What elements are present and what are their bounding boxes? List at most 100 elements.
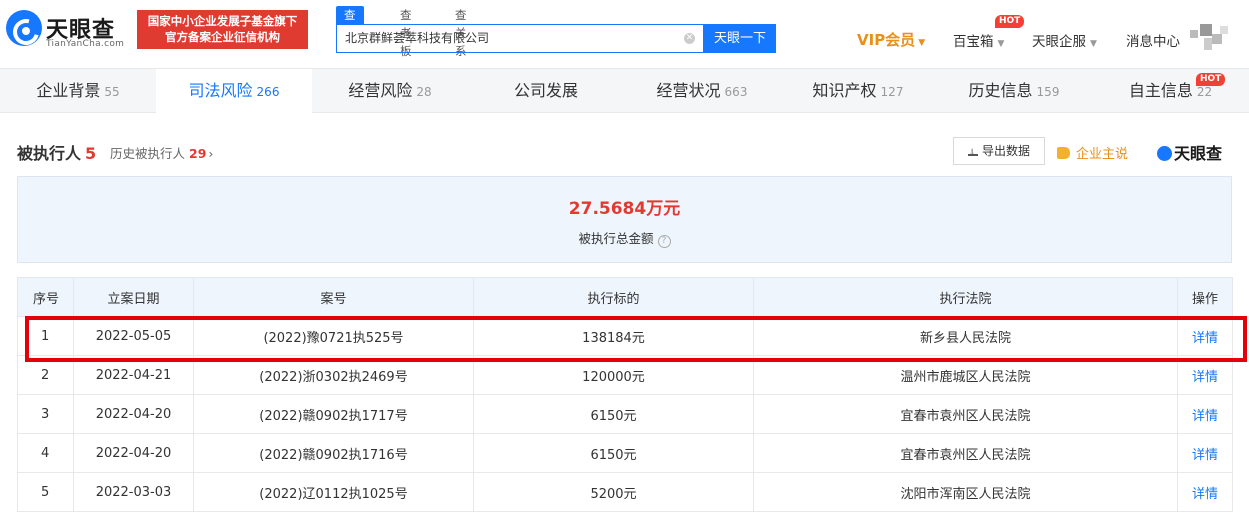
cell-seq: 3 bbox=[17, 394, 74, 434]
tab-label: 知识产权 bbox=[812, 81, 877, 100]
summary-box: 27.5684万元 被执行总金额? bbox=[17, 176, 1232, 263]
cell-court: 宜春市袁州区人民法院 bbox=[753, 394, 1178, 434]
cell-court: 沈阳市浑南区人民法院 bbox=[753, 472, 1178, 512]
table-header-row: 序号 立案日期 案号 执行标的 执行法院 操作 bbox=[17, 277, 1233, 317]
tab-company-development[interactable]: 公司发展 bbox=[468, 69, 624, 113]
nav-vip-label: VIP会员 bbox=[857, 31, 916, 49]
category-tab-bar: 企业背景 55 司法风险 266 经营风险 28 公司发展 经营状况 663 知识产权 1… bbox=[0, 68, 1249, 113]
search-input[interactable]: 北京群鲜荟萃科技有限公司 ✕ bbox=[336, 24, 704, 53]
cell-date: 2022-04-21 bbox=[73, 355, 194, 395]
cell-court: 宜春市袁州区人民法院 bbox=[753, 433, 1178, 473]
nav-enterprise-service[interactable]: 天眼企服 ▼ bbox=[1032, 30, 1097, 50]
banner-line-2: 官方备案企业征信机构 bbox=[165, 30, 280, 44]
cell-case: (2022)豫0721执525号 bbox=[193, 316, 474, 356]
chevron-down-icon: ▼ bbox=[918, 38, 926, 48]
tab-search-relation[interactable]: 查关系 bbox=[455, 6, 467, 58]
cell-amount: 120000元 bbox=[473, 355, 754, 395]
search-button[interactable]: 天眼一下 bbox=[704, 24, 776, 53]
help-icon[interactable]: ? bbox=[657, 235, 671, 248]
nav-messages[interactable]: 消息中心 bbox=[1126, 30, 1180, 50]
col-header-court: 执行法院 bbox=[753, 277, 1178, 317]
history-executed-link[interactable]: 历史被执行人 29 › bbox=[110, 143, 213, 162]
table-row: 1 2022-05-05 (2022)豫0721执525号 138184元 新乡… bbox=[17, 316, 1233, 356]
detail-link[interactable]: 详情 bbox=[1177, 316, 1233, 356]
cell-case: (2022)赣0902执1716号 bbox=[193, 433, 474, 473]
logo-eye-icon bbox=[6, 10, 42, 46]
tab-count: 127 bbox=[880, 85, 904, 99]
tianyancha-logo[interactable]: 天眼查 TianYanCha.com bbox=[6, 10, 130, 50]
col-header-action: 操作 bbox=[1177, 277, 1233, 317]
hot-badge: HOT bbox=[1196, 73, 1226, 86]
col-header-amount: 执行标的 bbox=[473, 277, 754, 317]
clear-icon[interactable]: ✕ bbox=[684, 33, 695, 44]
tab-judicial-risk[interactable]: 司法风险 266 bbox=[156, 69, 312, 113]
tab-label: 历史信息 bbox=[968, 81, 1033, 100]
tab-label: 自主信息 bbox=[1128, 81, 1193, 100]
cell-amount: 6150元 bbox=[473, 394, 754, 434]
total-amount-caption: 被执行总金额? bbox=[18, 228, 1231, 248]
detail-link[interactable]: 详情 bbox=[1177, 472, 1233, 512]
history-label: 历史被执行人 bbox=[110, 146, 186, 161]
cell-seq: 2 bbox=[17, 355, 74, 395]
tab-count: 159 bbox=[1036, 85, 1060, 99]
search-input-value: 北京群鲜荟萃科技有限公司 bbox=[345, 31, 490, 45]
tab-search-boss[interactable]: 查老板 bbox=[400, 6, 412, 58]
claim-label: 企业主说 bbox=[1076, 147, 1129, 162]
nav-enterprise-label: 天眼企服 bbox=[1032, 34, 1086, 50]
tab-company-background[interactable]: 企业背景 55 bbox=[0, 69, 156, 113]
tab-self-info[interactable]: 自主信息 22 bbox=[1092, 69, 1249, 113]
tab-intellectual-property[interactable]: 知识产权 127 bbox=[780, 69, 936, 113]
tab-count: 28 bbox=[416, 85, 432, 99]
table-row: 4 2022-04-20 (2022)赣0902执1716号 6150元 宜春市… bbox=[17, 433, 1233, 473]
table-row: 3 2022-04-20 (2022)赣0902执1717号 6150元 宜春市… bbox=[17, 394, 1233, 434]
total-amount: 27.5684万元 bbox=[568, 199, 681, 219]
detail-link[interactable]: 详情 bbox=[1177, 433, 1233, 473]
cell-date: 2022-04-20 bbox=[73, 394, 194, 434]
col-header-case: 案号 bbox=[193, 277, 474, 317]
tab-count: 663 bbox=[724, 85, 748, 99]
megaphone-icon bbox=[1057, 147, 1070, 159]
export-data-button[interactable]: 导出数据 bbox=[953, 137, 1045, 167]
tab-operating-status[interactable]: 经营状况 663 bbox=[624, 69, 780, 113]
official-banner: 国家中小企业发展子基金旗下 官方备案企业征信机构 bbox=[137, 10, 308, 49]
section-count: 5 bbox=[85, 144, 97, 163]
tab-label: 企业背景 bbox=[36, 81, 101, 100]
cell-amount: 138184元 bbox=[473, 316, 754, 356]
tab-history-info[interactable]: 历史信息 159 bbox=[936, 69, 1092, 113]
cell-seq: 5 bbox=[17, 472, 74, 512]
chevron-right-icon: › bbox=[208, 146, 214, 161]
col-header-date: 立案日期 bbox=[73, 277, 194, 317]
table-row: 5 2022-03-03 (2022)辽0112执1025号 5200元 沈阳市… bbox=[17, 472, 1233, 512]
tab-label: 司法风险 bbox=[188, 81, 253, 100]
detail-link[interactable]: 详情 bbox=[1177, 394, 1233, 434]
cell-case: (2022)浙0302执2469号 bbox=[193, 355, 474, 395]
nav-treasure-box[interactable]: 百宝箱 ▼ bbox=[953, 30, 1004, 50]
brand-text: 天眼查 bbox=[1174, 144, 1223, 163]
nav-treasure-label: 百宝箱 bbox=[953, 34, 994, 50]
chevron-down-icon: ▼ bbox=[997, 39, 1005, 49]
logo-domain: TianYanCha.com bbox=[46, 39, 125, 49]
avatar[interactable] bbox=[1190, 24, 1230, 52]
nav-vip[interactable]: VIP会员 ▼ bbox=[857, 29, 925, 50]
cell-seq: 4 bbox=[17, 433, 74, 473]
cell-date: 2022-03-03 bbox=[73, 472, 194, 512]
top-header: 天眼查 TianYanCha.com 国家中小企业发展子基金旗下 官方备案企业征… bbox=[0, 0, 1249, 68]
tab-operating-risk[interactable]: 经营风险 28 bbox=[312, 69, 468, 113]
cell-case: (2022)辽0112执1025号 bbox=[193, 472, 474, 512]
cell-amount: 6150元 bbox=[473, 433, 754, 473]
tab-count: 22 bbox=[1196, 85, 1213, 99]
col-header-seq: 序号 bbox=[17, 277, 74, 317]
table-row: 2 2022-04-21 (2022)浙0302执2469号 120000元 温… bbox=[17, 355, 1233, 395]
tab-search-company[interactable]: 查公司 bbox=[336, 6, 364, 58]
section-title: 被执行人 5 bbox=[17, 140, 96, 164]
company-claim-link[interactable]: 企业主说 bbox=[1057, 143, 1128, 162]
cell-date: 2022-04-20 bbox=[73, 433, 194, 473]
cell-court: 新乡县人民法院 bbox=[753, 316, 1178, 356]
hot-badge: HOT bbox=[995, 15, 1025, 28]
tab-label: 经营状况 bbox=[656, 81, 721, 100]
detail-link[interactable]: 详情 bbox=[1177, 355, 1233, 395]
history-count: 29 bbox=[189, 146, 207, 161]
cell-court: 温州市鹿城区人民法院 bbox=[753, 355, 1178, 395]
tab-count: 266 bbox=[256, 85, 280, 99]
cell-seq: 1 bbox=[17, 316, 74, 356]
